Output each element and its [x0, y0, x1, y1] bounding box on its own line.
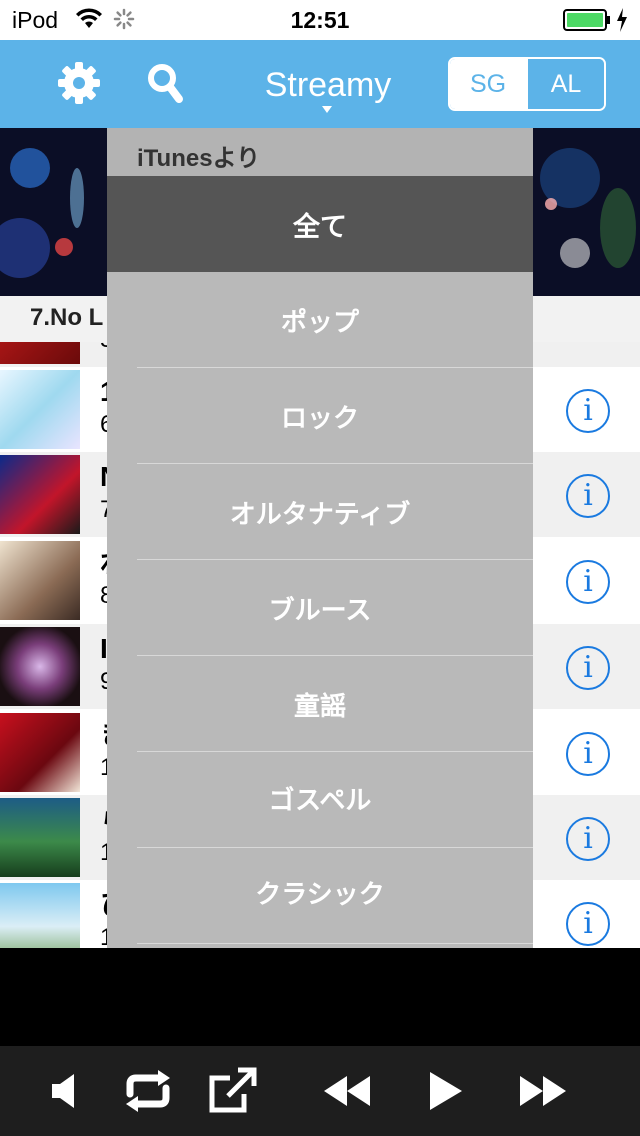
title-dropdown-indicator-icon — [322, 106, 332, 113]
genre-option-rock[interactable]: ロック — [107, 368, 533, 464]
genre-option-pop[interactable]: ポップ — [107, 272, 533, 368]
menu-divider — [137, 943, 533, 944]
play-icon[interactable] — [426, 1066, 466, 1116]
genre-option-gospel[interactable]: ゴスペル — [107, 750, 533, 846]
share-icon[interactable] — [206, 1066, 258, 1116]
album-thumbnail — [0, 370, 80, 449]
player-spacer — [0, 948, 640, 1046]
genre-option-classical[interactable]: クラシック — [107, 844, 533, 940]
sg-al-segmented-control[interactable]: SG AL — [448, 57, 606, 111]
genre-option-all[interactable]: 全て — [107, 176, 533, 272]
menu-section-header: iTunesより — [107, 128, 533, 176]
album-thumbnail — [0, 455, 80, 534]
menu-header-label: iTunesより — [137, 145, 261, 172]
status-bar: iPod 12:51 — [0, 0, 640, 40]
album-thumbnail — [0, 798, 80, 877]
album-thumbnail — [0, 627, 80, 706]
info-icon[interactable]: i — [566, 646, 610, 690]
player-toolbar — [0, 1046, 640, 1136]
genre-option-alternative[interactable]: オルタナティブ — [107, 464, 533, 560]
album-thumbnail — [0, 713, 80, 792]
battery-icon — [563, 9, 610, 31]
info-icon[interactable]: i — [566, 560, 610, 604]
genre-dropdown-menu: iTunesより 全て ポップ ロック オルタナティブ ブルース 童謡 ゴスペル… — [107, 128, 533, 948]
navigation-bar: Streamy SG AL — [0, 40, 640, 128]
now-playing-title: 7.No L — [30, 304, 104, 331]
repeat-icon[interactable] — [122, 1066, 174, 1116]
genre-option-blues[interactable]: ブルース — [107, 560, 533, 656]
album-thumbnail — [0, 883, 80, 948]
album-thumbnail — [0, 541, 80, 620]
clock: 12:51 — [290, 7, 350, 33]
segment-sg[interactable]: SG — [450, 59, 526, 109]
fast-forward-icon[interactable] — [516, 1066, 570, 1116]
info-icon[interactable]: i — [566, 474, 610, 518]
segment-al[interactable]: AL — [526, 59, 604, 109]
charging-icon — [617, 8, 627, 32]
album-thumbnail — [0, 342, 80, 364]
volume-icon[interactable] — [48, 1066, 80, 1116]
info-icon[interactable]: i — [566, 389, 610, 433]
rewind-icon[interactable] — [320, 1066, 374, 1116]
genre-option-childrens[interactable]: 童謡 — [107, 656, 533, 752]
info-icon[interactable]: i — [566, 902, 610, 946]
info-icon[interactable]: i — [566, 817, 610, 861]
info-icon[interactable]: i — [566, 732, 610, 776]
